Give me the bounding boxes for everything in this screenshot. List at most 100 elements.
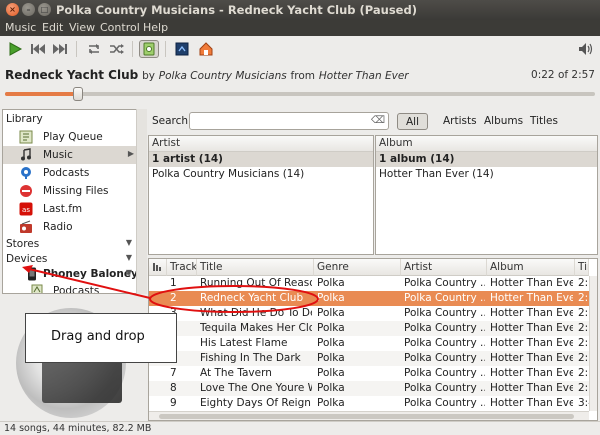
phone-icon — [25, 267, 39, 281]
track-time-cell: 2:5 — [578, 277, 589, 289]
search-mode-titles[interactable]: Titles — [530, 113, 558, 130]
track-track-cell: 8 — [170, 382, 177, 394]
sidebar-item-lastfm[interactable]: as Last.fm — [3, 200, 146, 218]
browse-icon[interactable] — [139, 40, 159, 58]
track-album-cell: Hotter Than Ever — [490, 367, 573, 379]
artist-browser-row[interactable]: Polka Country Musicians (14) — [149, 167, 373, 182]
sidebar-item-device-podcasts[interactable]: Podcasts — [3, 282, 146, 294]
menu-control[interactable]: Control — [100, 21, 140, 34]
menu-view[interactable]: View — [69, 21, 95, 34]
table-row[interactable]: 1 Running Out Of Reason... Polka Polka Coun… — [149, 276, 589, 291]
table-row[interactable]: 6Fishing In The DarkPolkaPolka Country .… — [149, 351, 589, 366]
track-time-cell: 2:5 — [578, 307, 589, 319]
artist-browser-header[interactable]: Artist — [149, 136, 373, 152]
previous-icon[interactable] — [28, 40, 48, 58]
missing-files-icon — [19, 184, 33, 198]
track-genre-cell: Polka — [317, 382, 345, 394]
maximize-window-button[interactable]: □ — [38, 3, 51, 16]
sidebar-item-label: Podcasts — [53, 285, 100, 294]
home-icon[interactable] — [196, 40, 216, 58]
album-browser-header[interactable]: Album — [376, 136, 597, 152]
sidebar-item-play-queue[interactable]: Play Queue — [3, 128, 146, 146]
search-input[interactable]: ⌫ — [189, 112, 389, 130]
sidebar-item-label: Play Queue — [43, 131, 103, 143]
track-artist-cell: Polka Country ... — [404, 292, 485, 304]
search-bar: Search: ⌫ All Artists Albums Titles — [152, 110, 596, 132]
now-playing-artist: Polka Country Musicians — [158, 70, 287, 82]
menu-help[interactable]: Help — [143, 21, 168, 34]
sidebar-scrollbar[interactable] — [136, 109, 147, 294]
column-header-track[interactable]: Track — [167, 259, 197, 276]
sidebar-item-label: Missing Files — [43, 185, 109, 197]
column-header-genre[interactable]: Genre — [314, 259, 401, 276]
column-header-album[interactable]: Album — [487, 259, 575, 276]
seek-bar-handle[interactable] — [73, 87, 84, 101]
track-genre-cell: Polka — [317, 307, 345, 319]
sidebar-library-label: Library — [6, 113, 43, 125]
next-icon[interactable] — [50, 40, 70, 58]
track-time-cell: 2:5 — [578, 382, 589, 394]
column-header-artist[interactable]: Artist — [401, 259, 487, 276]
expand-arrow-icon[interactable]: ▼ — [126, 238, 132, 247]
track-time-cell: 2:5 — [578, 292, 589, 304]
menu-edit[interactable]: Edit — [42, 21, 63, 34]
track-time-cell: 2:5 — [578, 337, 589, 349]
play-icon[interactable] — [5, 40, 25, 58]
table-row[interactable]: 7 At The Tavern Polka Polka Country ... Hott… — [149, 366, 589, 381]
shuffle-icon[interactable] — [107, 40, 127, 58]
track-title-cell: At The Tavern — [200, 367, 272, 379]
search-mode-artists[interactable]: Artists — [443, 113, 477, 130]
track-title-cell: Redneck Yacht Club — [200, 292, 304, 304]
album-browser-row[interactable]: 1 album (14) — [376, 152, 597, 167]
seek-bar-fill — [5, 92, 79, 96]
album-browser-row[interactable]: Hotter Than Ever (14) — [376, 167, 597, 182]
track-list-vertical-scrollbar[interactable] — [589, 276, 597, 411]
track-artist-cell: Polka Country ... — [404, 352, 485, 364]
track-list-horizontal-scrollbar[interactable] — [149, 411, 589, 420]
menu-music[interactable]: Music — [5, 21, 36, 34]
column-header-title[interactable]: Title — [197, 259, 314, 276]
visualization-icon[interactable] — [172, 40, 192, 58]
track-artist-cell: Polka Country ... — [404, 337, 485, 349]
window-title: Polka Country Musicians - Redneck Yacht … — [56, 3, 417, 17]
track-title-cell: Eighty Days Of Reign — [200, 397, 311, 409]
sidebar-item-podcasts[interactable]: Podcasts — [3, 164, 146, 182]
volume-icon[interactable] — [575, 40, 595, 58]
track-album-cell: Hotter Than Ever — [490, 397, 573, 409]
scrollbar-thumb[interactable] — [159, 414, 574, 419]
column-header-status[interactable] — [149, 259, 167, 276]
track-genre-cell: Polka — [317, 277, 345, 289]
table-row[interactable]: 8 Love The One Youre With Polka Polka Count… — [149, 381, 589, 396]
status-text: 14 songs, 44 minutes, 82.2 MB — [4, 423, 152, 434]
sidebar-item-radio[interactable]: Radio — [3, 218, 146, 236]
table-row[interactable]: 5His Latest FlamePolkaPolka Country ...H… — [149, 336, 589, 351]
track-row-playing[interactable]: 2 Redneck Yacht Club Polka Polka Country ..… — [149, 291, 589, 306]
minimize-window-button[interactable]: – — [22, 3, 35, 16]
table-row[interactable]: 9 Eighty Days Of Reign Polka Polka Country … — [149, 396, 589, 411]
close-window-button[interactable]: × — [6, 3, 19, 16]
search-mode-all[interactable]: All — [397, 113, 429, 130]
table-row[interactable]: 4Tequila Makes Her Clot...PolkaPolka Cou… — [149, 321, 589, 336]
clear-icon[interactable]: ⌫ — [371, 115, 385, 126]
play-queue-icon — [19, 130, 33, 144]
podcast-icon — [30, 284, 44, 293]
sidebar-item-music[interactable]: Music ▶ — [3, 146, 146, 164]
menu-bar: Music Edit View Control Help — [0, 20, 600, 36]
toolbar — [0, 36, 600, 62]
seek-bar[interactable] — [5, 87, 595, 101]
search-mode-albums[interactable]: Albums — [484, 113, 523, 130]
track-artist-cell: Polka Country ... — [404, 397, 485, 409]
sidebar-item-device[interactable]: Phoney Baloney ▼ — [3, 265, 146, 283]
expand-arrow-icon[interactable]: ▶ — [128, 149, 134, 158]
table-row[interactable]: 3What Did He Do To Des...PolkaPolka Coun… — [149, 306, 589, 321]
sidebar-item-missing-files[interactable]: Missing Files — [3, 182, 146, 200]
track-album-cell: Hotter Than Ever — [490, 352, 573, 364]
repeat-icon[interactable] — [84, 40, 104, 58]
artist-browser-row[interactable]: 1 artist (14) — [149, 152, 373, 167]
expand-arrow-icon[interactable]: ▼ — [126, 253, 132, 262]
column-header-time[interactable]: Tin — [575, 259, 589, 276]
track-album-cell: Hotter Than Ever — [490, 277, 573, 289]
expand-arrow-icon[interactable]: ▼ — [126, 268, 132, 277]
sidebar-library-header[interactable]: Library — [3, 110, 146, 128]
toolbar-separator — [165, 41, 166, 57]
